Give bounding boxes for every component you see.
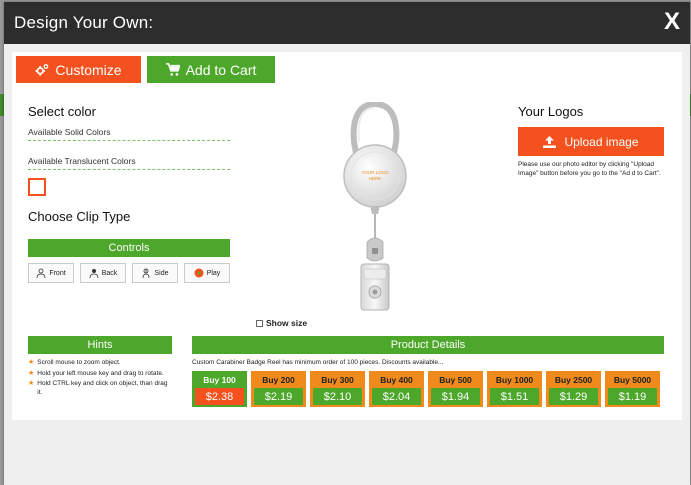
price-tier-price: $1.19 [608,388,657,405]
back-view-button[interactable]: Back [80,263,126,283]
gears-icon [35,63,49,76]
front-view-label: Front [49,269,66,277]
translucent-colors-divider [28,169,230,170]
show-size-checkbox[interactable] [256,319,263,327]
price-tier-price: $1.94 [431,388,480,405]
add-to-cart-button[interactable]: Add to Cart [147,56,275,83]
play-label: Play [206,269,221,277]
badge-reel-preview[interactable]: YOUR LOGO HERE [330,100,420,312]
price-tier-qty: Buy 400 [380,374,413,385]
price-tier-qty: Buy 1000 [495,374,534,385]
price-tier-qty: Buy 500 [439,374,472,385]
left-options: Select color Available Solid Colors Avai… [28,104,230,283]
solid-colors-label: Available Solid Colors [28,127,111,137]
logos-heading: Your Logos [518,104,584,119]
play-button[interactable]: Play [184,263,230,283]
badge-reel-image: YOUR LOGO HERE [343,100,407,311]
hint-item: ★ Hold CTRL key and click on object, tha… [28,380,172,397]
show-size-label: Show size [266,318,308,328]
solid-colors-divider [28,140,230,141]
price-tier-price: $1.29 [549,388,598,405]
price-tier-qty: Buy 100 [203,374,236,385]
upload-image-button[interactable]: Upload image [518,127,664,156]
hint-text: Hold your left mouse key and drag to rot… [37,369,164,377]
price-tier-price: $1.51 [490,388,539,405]
color-swatch[interactable] [28,178,46,196]
price-tier-300[interactable]: Buy 300 $2.10 [310,371,365,407]
price-tier-qty: Buy 2500 [554,374,593,385]
hint-item: ★ Scroll mouse to zoom object. [28,359,172,368]
price-tiers: Buy 100 $2.38 Buy 200 $2.19 Buy 300 $2.1… [192,371,664,407]
price-tier-2500[interactable]: Buy 2500 $1.29 [546,371,601,407]
person-side-icon [143,268,150,278]
design-modal: Design Your Own: X Customize Add to Cart [4,2,690,485]
play-icon [194,268,204,278]
translucent-colors-label: Available Translucent Colors [28,156,136,166]
back-view-label: Back [101,269,118,277]
star-icon: ★ [28,380,35,387]
person-front-icon [36,268,46,278]
person-back-icon [89,269,99,278]
hint-text: Hold CTRL key and click on object, than … [37,380,168,396]
logo-placeholder-line2: HERE [369,176,382,181]
star-icon: ★ [28,369,35,377]
cart-icon [165,62,180,76]
select-color-heading: Select color [28,104,96,119]
price-tier-qty: Buy 300 [321,374,354,385]
price-tier-500[interactable]: Buy 500 $1.94 [428,371,483,407]
price-tier-qty: Buy 5000 [613,374,652,385]
product-details-section: Product Details Custom Carabiner Badge R… [192,336,664,407]
clip-type-heading: Choose Clip Type [28,209,131,224]
price-tier-price: $2.38 [195,388,244,405]
price-tier-price: $2.19 [254,388,303,405]
product-details-header: Product Details [192,336,664,354]
price-tier-price: $2.10 [313,388,362,405]
price-tier-100[interactable]: Buy 100 $2.38 [192,371,247,407]
price-tier-1000[interactable]: Buy 1000 $1.51 [487,371,542,407]
modal-title: Design Your Own: [14,13,154,32]
upload-image-label: Upload image [564,134,639,149]
logo-placeholder-line1: YOUR LOGO [361,170,389,175]
logos-section: Your Logos Upload image Please use our p… [518,104,668,178]
price-tier-5000[interactable]: Buy 5000 $1.19 [605,371,660,407]
hints-list: ★ Scroll mouse to zoom object. ★ Hold yo… [28,359,172,397]
side-view-label: Side [154,269,169,277]
product-details-description: Custom Carabiner Badge Reel has minimum … [192,359,444,366]
add-to-cart-label: Add to Cart [185,61,257,78]
upload-note: Please use our photo editor by clicking … [518,161,661,177]
modal-header: Design Your Own: X [4,2,690,44]
hints-section: Hints ★ Scroll mouse to zoom object. ★ H… [28,336,172,399]
hint-item: ★ Hold your left mouse key and drag to r… [28,370,172,379]
price-tier-200[interactable]: Buy 200 $2.19 [251,371,306,407]
upload-icon [543,135,557,148]
price-tier-qty: Buy 200 [262,374,295,385]
side-view-button[interactable]: Side [132,263,178,283]
star-icon: ★ [28,359,35,366]
customize-button[interactable]: Customize [16,56,141,83]
hint-text: Scroll mouse to zoom object. [37,359,121,366]
designer-panel: Customize Add to Cart Select color Avail… [12,52,682,420]
front-view-button[interactable]: Front [28,263,74,283]
price-tier-400[interactable]: Buy 400 $2.04 [369,371,424,407]
show-size-toggle[interactable]: Show size [256,318,307,328]
controls-header: Controls [28,239,230,257]
price-tier-price: $2.04 [372,388,421,405]
customize-label: Customize [55,61,122,78]
close-button[interactable]: X [664,8,680,36]
view-controls: Front Back Side Play [28,263,230,283]
hints-header: Hints [28,336,172,354]
